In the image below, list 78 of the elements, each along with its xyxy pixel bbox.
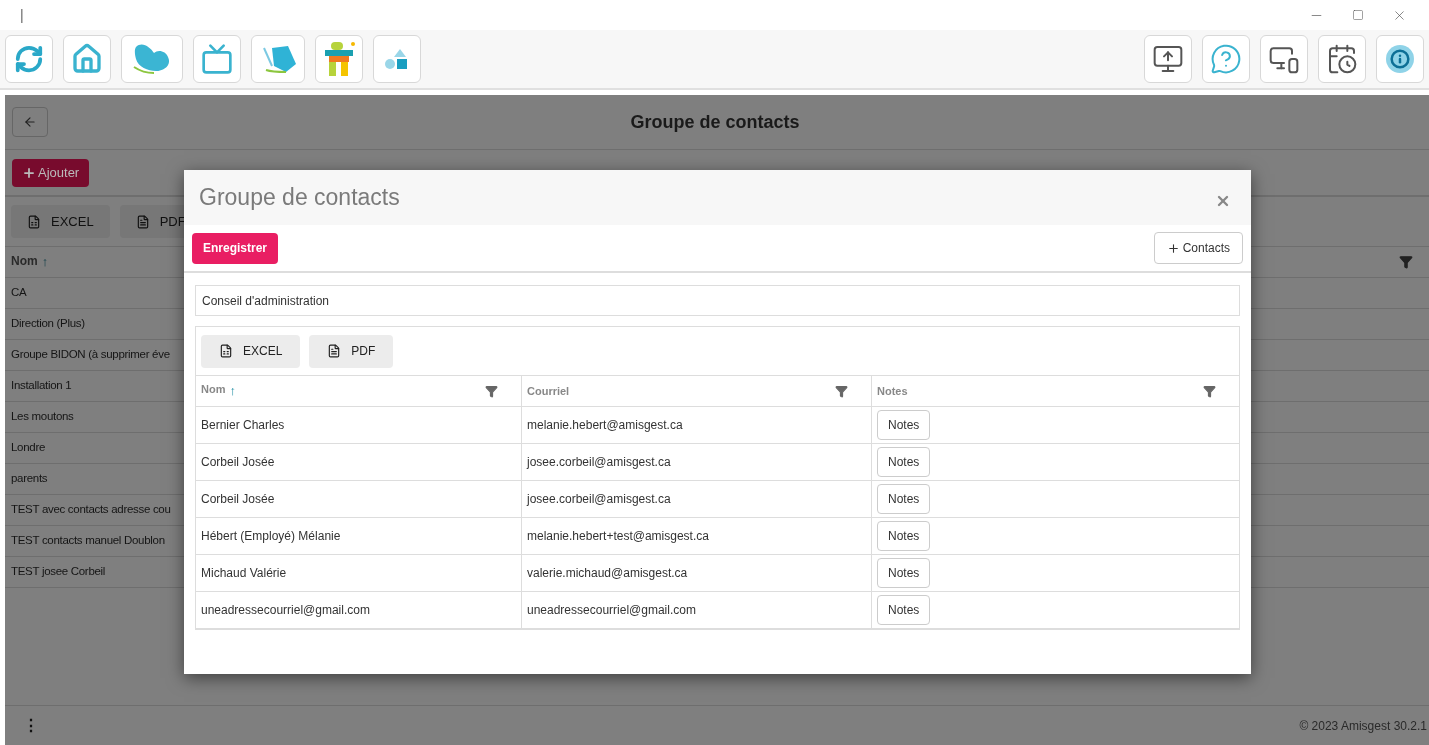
table-cell-text: Installation 1 [11, 378, 72, 394]
table-cell-text: uneadressecourriel@gmail.com [201, 602, 370, 619]
app-button[interactable] [121, 35, 183, 83]
copyright-text: © 2023 Amisgest 30.2.1 [1299, 717, 1427, 735]
table-cell-text: Corbeil Josée [201, 454, 275, 471]
plus-icon [1166, 241, 1180, 255]
export-button[interactable]: PDF [309, 334, 394, 368]
shapes-icon [384, 47, 410, 71]
notes-button[interactable]: Notes [877, 447, 931, 477]
tv-icon [201, 43, 233, 75]
filter-icon[interactable] [485, 384, 498, 398]
plus-icon [22, 165, 36, 180]
help-button[interactable] [1202, 35, 1250, 83]
question-bubble-icon [1210, 43, 1242, 75]
filter-icon[interactable] [1399, 255, 1413, 269]
notes-button[interactable]: Notes [877, 484, 931, 514]
table-cell-text: Londre [11, 440, 45, 456]
document-icon [135, 214, 150, 229]
table-cell-text: TEST avec contacts adresse cou [11, 502, 171, 518]
table-cell-text: melanie.hebert@amisgest.ca [527, 417, 683, 434]
calendar-icon [1326, 43, 1358, 75]
column-header[interactable]: Courriel [527, 382, 570, 400]
table-cell-text: Hébert (Employé) Mélanie [201, 528, 341, 545]
save-button[interactable]: Enregistrer [192, 232, 279, 264]
table-cell-text: parents [11, 471, 48, 487]
monitor-icon [1152, 43, 1184, 75]
table-cell-text: melanie.hebert+test@amisgest.ca [527, 528, 709, 545]
tv-button[interactable] [193, 35, 241, 83]
column-header[interactable]: Nom ↑ [201, 381, 236, 401]
calendar-button[interactable] [1318, 35, 1366, 83]
sort-arrow-icon: ↑ [41, 252, 49, 272]
table-cell-text: Michaud Valérie [201, 565, 287, 582]
table-cell-text: TEST josee Corbeil [11, 564, 106, 580]
table-cell-text: josee.corbeil@amisgest.ca [527, 491, 671, 508]
refresh-button[interactable] [5, 35, 53, 83]
table-cell-text: CA [11, 285, 27, 301]
home-button[interactable] [63, 35, 111, 83]
page-title: Groupe de contacts [629, 110, 801, 134]
document-icon [327, 344, 342, 358]
add-button[interactable]: Ajouter [12, 158, 90, 187]
table-cell-text: Les moutons [11, 409, 74, 425]
table-cell-text: Bernier Charles [201, 417, 285, 434]
info-button[interactable] [1376, 35, 1424, 83]
add-contacts-button[interactable]: Contacts [1153, 232, 1243, 264]
table-cell-text: Groupe BIDON (à supprimer éve [11, 347, 170, 363]
maximize-icon[interactable] [1352, 9, 1364, 21]
table-cell-text: uneadressecourriel@gmail.com [527, 602, 696, 619]
notes-button[interactable]: Notes [877, 558, 931, 588]
sort-arrow-icon: ↑ [229, 381, 236, 401]
home-icon [71, 43, 103, 75]
column-header[interactable]: Nom ↑ [11, 252, 49, 272]
export-button[interactable]: EXCEL [11, 205, 110, 238]
export-button[interactable]: EXCEL [201, 334, 301, 368]
dialog-title: Groupe de contacts [199, 183, 400, 213]
notes-button[interactable]: Notes [877, 521, 931, 551]
table-cell-text: valerie.michaud@amisgest.ca [527, 565, 688, 582]
remote-button[interactable] [1260, 35, 1308, 83]
notes-button[interactable]: Notes [877, 410, 931, 440]
filter-icon[interactable] [1203, 384, 1216, 398]
info-icon [1386, 45, 1414, 73]
training-button[interactable] [1144, 35, 1192, 83]
column-header[interactable]: Notes [877, 382, 908, 400]
shapes-button[interactable] [373, 35, 421, 83]
filter-icon[interactable] [835, 384, 848, 398]
table-cell-text: Direction (Plus) [11, 316, 85, 332]
app-button[interactable] [251, 35, 305, 83]
spreadsheet-icon [219, 344, 233, 358]
window-title: | [20, 5, 24, 25]
notes-button[interactable]: Notes [877, 595, 931, 625]
refresh-icon [14, 44, 44, 74]
table-cell-text: josee.corbeil@amisgest.ca [527, 454, 671, 471]
spreadsheet-icon [27, 214, 41, 229]
table-cell-text: TEST contacts manuel Doublon [11, 533, 165, 549]
name-field[interactable]: Conseil d'administration [195, 285, 1240, 316]
app-button[interactable] [315, 35, 363, 83]
menu-button[interactable]: ⋮ [23, 713, 39, 738]
back-button[interactable] [12, 107, 48, 137]
table-cell-text: Corbeil Josée [201, 491, 275, 508]
